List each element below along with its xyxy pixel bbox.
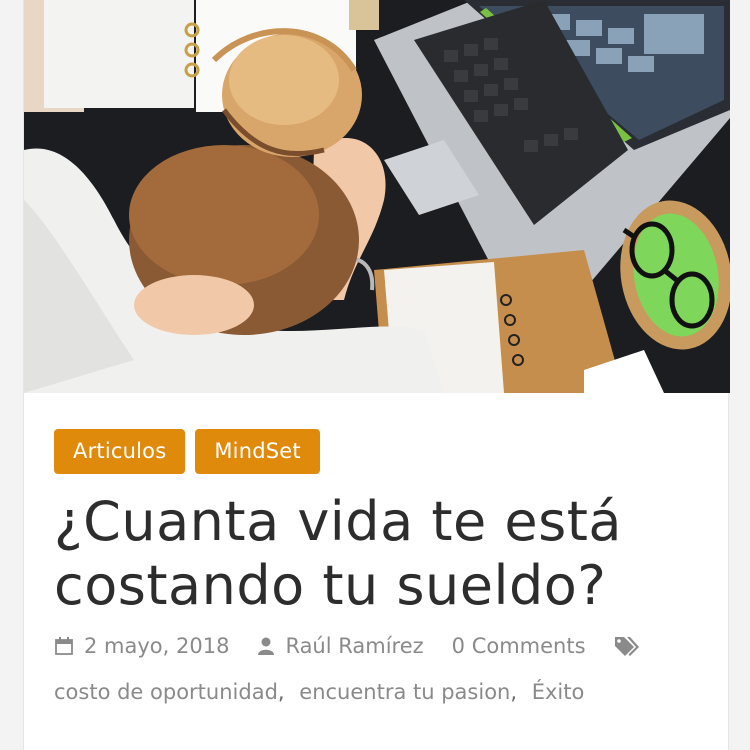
category-mindset[interactable]: MindSet — [195, 429, 320, 474]
tags-icon — [614, 637, 639, 656]
post-tags-marker — [614, 635, 650, 657]
featured-image[interactable] — [24, 0, 730, 393]
post-card: Articulos MindSet ¿Cuanta vida te está c… — [23, 0, 730, 750]
post-body: Articulos MindSet ¿Cuanta vida te está c… — [54, 429, 704, 704]
user-icon — [258, 637, 275, 655]
post-tags: costo de oportunidad, encuentra tu pasio… — [54, 680, 704, 704]
post-comments: 0 Comments — [452, 634, 586, 658]
tag-separator: , — [510, 680, 518, 704]
category-list: Articulos MindSet — [54, 429, 704, 474]
post-title-line2: costando tu sueldo? — [54, 554, 607, 617]
post-date: 2 mayo, 2018 — [54, 634, 229, 658]
tag-link[interactable]: costo de oportunidad — [54, 680, 278, 704]
category-articulos[interactable]: Articulos — [54, 429, 186, 474]
post-title-line1: ¿Cuanta vida te está — [54, 490, 623, 553]
tag-separator: , — [277, 680, 285, 704]
tag-link[interactable]: encuentra tu pasion — [299, 680, 510, 704]
post-author: Raúl Ramírez — [257, 634, 424, 658]
calendar-icon — [55, 637, 73, 655]
tag-link[interactable]: Éxito — [532, 680, 585, 704]
post-date-link[interactable]: 2 mayo, 2018 — [84, 634, 229, 658]
post-comments-link[interactable]: 0 Comments — [452, 634, 586, 658]
featured-image-illustration — [24, 0, 730, 393]
post-meta: 2 mayo, 2018 Raúl Ramírez 0 Comments — [54, 634, 704, 658]
post-title[interactable]: ¿Cuanta vida te está costando tu sueldo? — [54, 490, 704, 618]
post-author-link[interactable]: Raúl Ramírez — [285, 634, 423, 658]
